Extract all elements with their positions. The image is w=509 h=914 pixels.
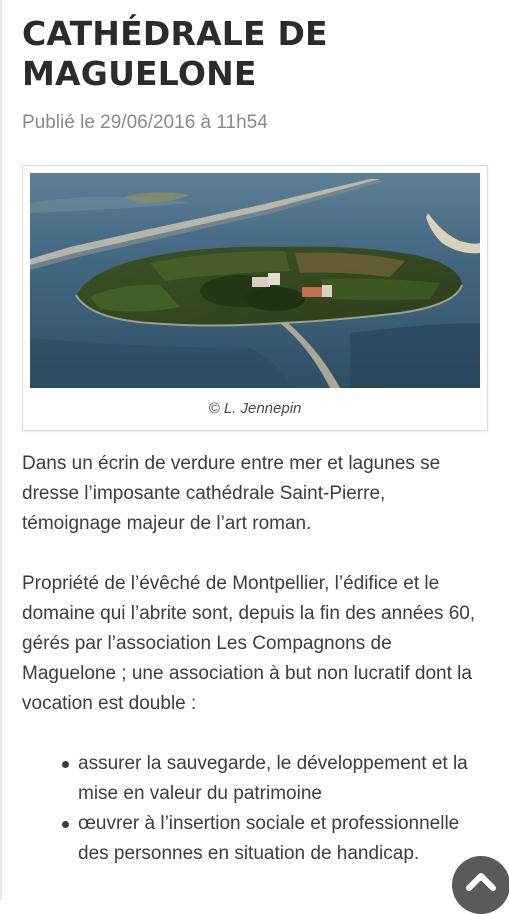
list-item-text: œuvrer à l’insertion sociale et professi…	[78, 813, 460, 864]
intro-paragraph: Dans un écrin de verdure entre mer et la…	[22, 453, 441, 534]
bullet-icon	[62, 821, 69, 828]
page-left-border	[0, 0, 2, 900]
scroll-to-top-button[interactable]	[452, 856, 509, 914]
ownership-paragraph: Propriété de l’évêché de Montpellier, l’…	[22, 573, 476, 714]
bullet-icon	[62, 761, 69, 768]
article-title: CATHÉDRALE DE MAGUELONE	[22, 14, 328, 93]
list-item: œuvrer à l’insertion sociale et professi…	[62, 809, 488, 869]
mission-list: assurer la sauvegarde, le développement …	[22, 749, 488, 869]
publish-date: Publié le 29/06/2016 à 11h54	[22, 112, 268, 133]
aerial-photo[interactable]	[30, 173, 480, 388]
article: CATHÉDRALE DE MAGUELONE Publié le 29/06/…	[22, 14, 488, 869]
article-figure: © L. Jennepin	[22, 165, 488, 431]
chevron-up-icon	[466, 873, 496, 891]
list-item-text: assurer la sauvegarde, le développement …	[78, 753, 468, 804]
photo-caption: © L. Jennepin	[208, 400, 302, 417]
list-item: assurer la sauvegarde, le développement …	[62, 749, 488, 809]
